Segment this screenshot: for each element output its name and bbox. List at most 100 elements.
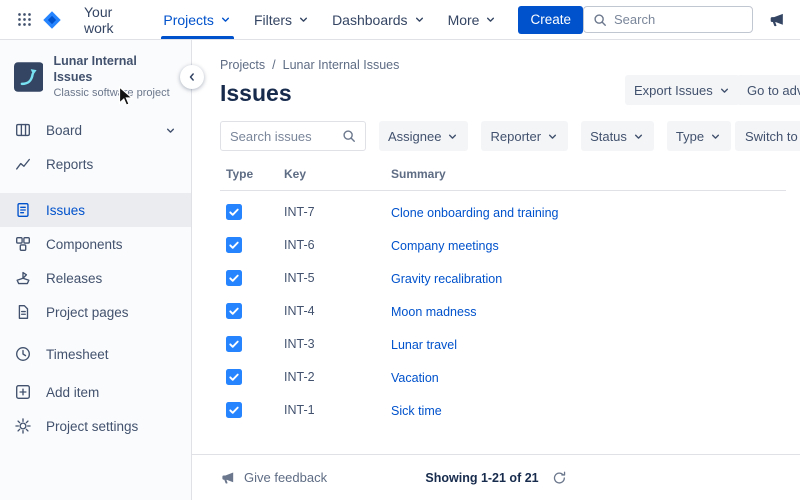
refresh-button[interactable]: [553, 471, 567, 485]
issue-summary-link[interactable]: Lunar travel: [391, 338, 457, 352]
timesheet-icon: [14, 345, 32, 363]
issue-type-cell[interactable]: [226, 237, 284, 253]
app-switcher-icon: [17, 12, 32, 27]
megaphone-icon: [220, 470, 236, 486]
pages-icon: [14, 303, 32, 321]
sidebar-item-timesheet[interactable]: Timesheet: [0, 337, 191, 371]
filter-dropdown-label: Type: [676, 129, 704, 144]
nav-item-dashboards[interactable]: Dashboards: [321, 0, 437, 39]
chevron-left-icon: [186, 71, 198, 83]
column-header-key: Key: [284, 167, 391, 181]
sidebar-item-board[interactable]: Board: [0, 113, 191, 147]
filter-dropdown-label: Status: [590, 129, 627, 144]
sidebar-item-issues[interactable]: Issues: [0, 193, 191, 227]
chevron-down-icon: [446, 130, 459, 143]
issue-key: INT-4: [284, 304, 391, 318]
issue-search-input[interactable]: [230, 129, 342, 144]
export-issues-button[interactable]: Export Issues: [625, 75, 740, 105]
create-button[interactable]: Create: [518, 6, 583, 34]
issue-type-cell[interactable]: [226, 270, 284, 286]
nav-item-label: Your work: [84, 4, 141, 36]
megaphone-icon: [768, 11, 786, 29]
sidebar-nav: BoardReportsIssuesComponentsReleasesProj…: [0, 113, 191, 443]
issue-summary-cell: Lunar travel: [391, 336, 786, 352]
issue-type-cell[interactable]: [226, 204, 284, 220]
issue-summary-cell: Company meetings: [391, 237, 786, 253]
app-switcher-button[interactable]: [14, 9, 35, 30]
filter-reporter-dropdown[interactable]: Reporter: [481, 121, 568, 151]
sidebar-item-components[interactable]: Components: [0, 227, 191, 261]
give-feedback-button[interactable]: Give feedback: [220, 470, 327, 486]
sidebar-item-label: Components: [46, 237, 123, 252]
sidebar-item-project-pages[interactable]: Project pages: [0, 295, 191, 329]
pagination-status: Showing 1-21 of 21: [425, 471, 566, 485]
breadcrumb-separator: /: [272, 58, 275, 72]
issue-type-cell[interactable]: [226, 303, 284, 319]
task-type-icon: [226, 369, 242, 385]
mouse-cursor: [118, 86, 134, 108]
releases-icon: [14, 269, 32, 287]
sidebar-item-releases[interactable]: Releases: [0, 261, 191, 295]
global-search-input[interactable]: [614, 12, 743, 27]
nav-item-label: More: [448, 12, 480, 28]
chevron-down-icon: [632, 130, 645, 143]
table-footer: Give feedback Showing 1-21 of 21: [192, 454, 800, 500]
issue-summary-link[interactable]: Vacation: [391, 371, 439, 385]
task-type-icon: [226, 204, 242, 220]
filter-assignee-dropdown[interactable]: Assignee: [379, 121, 468, 151]
main-content: Projects/Lunar Internal Issues Issues Ex…: [192, 40, 800, 500]
issue-key: INT-6: [284, 238, 391, 252]
task-type-icon: [226, 270, 242, 286]
nav-item-projects[interactable]: Projects: [152, 0, 243, 39]
task-type-icon: [226, 237, 242, 253]
nav-item-more[interactable]: More: [437, 0, 509, 39]
filter-bar: Assignee Reporter Status Type Switch to det…: [220, 121, 800, 151]
issue-summary-link[interactable]: Company meetings: [391, 239, 499, 253]
feedback-megaphone-button[interactable]: [768, 11, 786, 29]
jira-app: { "colors": { "brand": "#0052CC", "link"…: [0, 0, 800, 500]
reports-icon: [14, 155, 32, 173]
jira-logo: [41, 9, 63, 31]
nav-item-filters[interactable]: Filters: [243, 0, 321, 39]
sidebar: Lunar Internal Issues Classic software p…: [0, 40, 192, 500]
issues-table: Type Key Summary INT-7Clone onboarding a…: [220, 167, 786, 426]
breadcrumb-project-link[interactable]: Lunar Internal Issues: [283, 58, 400, 72]
filter-dropdown-label: Reporter: [490, 129, 541, 144]
breadcrumb-projects-link[interactable]: Projects: [220, 58, 265, 72]
chevron-down-icon: [413, 13, 426, 26]
jira-home-link[interactable]: [41, 9, 63, 31]
task-type-icon: [226, 402, 242, 418]
sidebar-item-label: Board: [46, 123, 82, 138]
column-header-type: Type: [226, 167, 284, 181]
issue-summary-link[interactable]: Sick time: [391, 404, 442, 418]
issue-key: INT-7: [284, 205, 391, 219]
chevron-down-icon: [718, 84, 731, 97]
issue-summary-link[interactable]: Gravity recalibration: [391, 272, 502, 286]
issues-icon: [14, 201, 32, 219]
issue-summary-link[interactable]: Moon madness: [391, 305, 476, 319]
filter-status-dropdown[interactable]: Status: [581, 121, 654, 151]
add-item-icon: [14, 383, 32, 401]
sidebar-item-reports[interactable]: Reports: [0, 147, 191, 181]
issue-row: INT-2Vacation: [220, 360, 786, 393]
chevron-down-icon: [484, 13, 497, 26]
issue-type-cell[interactable]: [226, 369, 284, 385]
project-name: Lunar Internal Issues: [53, 54, 177, 85]
sidebar-item-project-settings[interactable]: Project settings: [0, 409, 191, 443]
sidebar-collapse-button[interactable]: [180, 65, 204, 89]
nav-item-your-work[interactable]: Your work: [73, 0, 152, 39]
board-icon: [14, 121, 32, 139]
filter-type-dropdown[interactable]: Type: [667, 121, 731, 151]
showing-label: Showing 1-21 of 21: [425, 471, 538, 485]
task-type-icon: [226, 336, 242, 352]
go-to-advanced-search-button[interactable]: Go to advanced search: [737, 75, 800, 105]
filter-dropdown-label: Assignee: [388, 129, 441, 144]
sidebar-item-label: Reports: [46, 157, 93, 172]
sidebar-item-add-item[interactable]: Add item: [0, 375, 191, 409]
column-header-summary: Summary: [391, 167, 786, 181]
switch-view-button[interactable]: Switch to detail view: [735, 121, 800, 151]
issue-type-cell[interactable]: [226, 336, 284, 352]
issue-summary-cell: Vacation: [391, 369, 786, 385]
issue-summary-link[interactable]: Clone onboarding and training: [391, 206, 559, 220]
issue-type-cell[interactable]: [226, 402, 284, 418]
